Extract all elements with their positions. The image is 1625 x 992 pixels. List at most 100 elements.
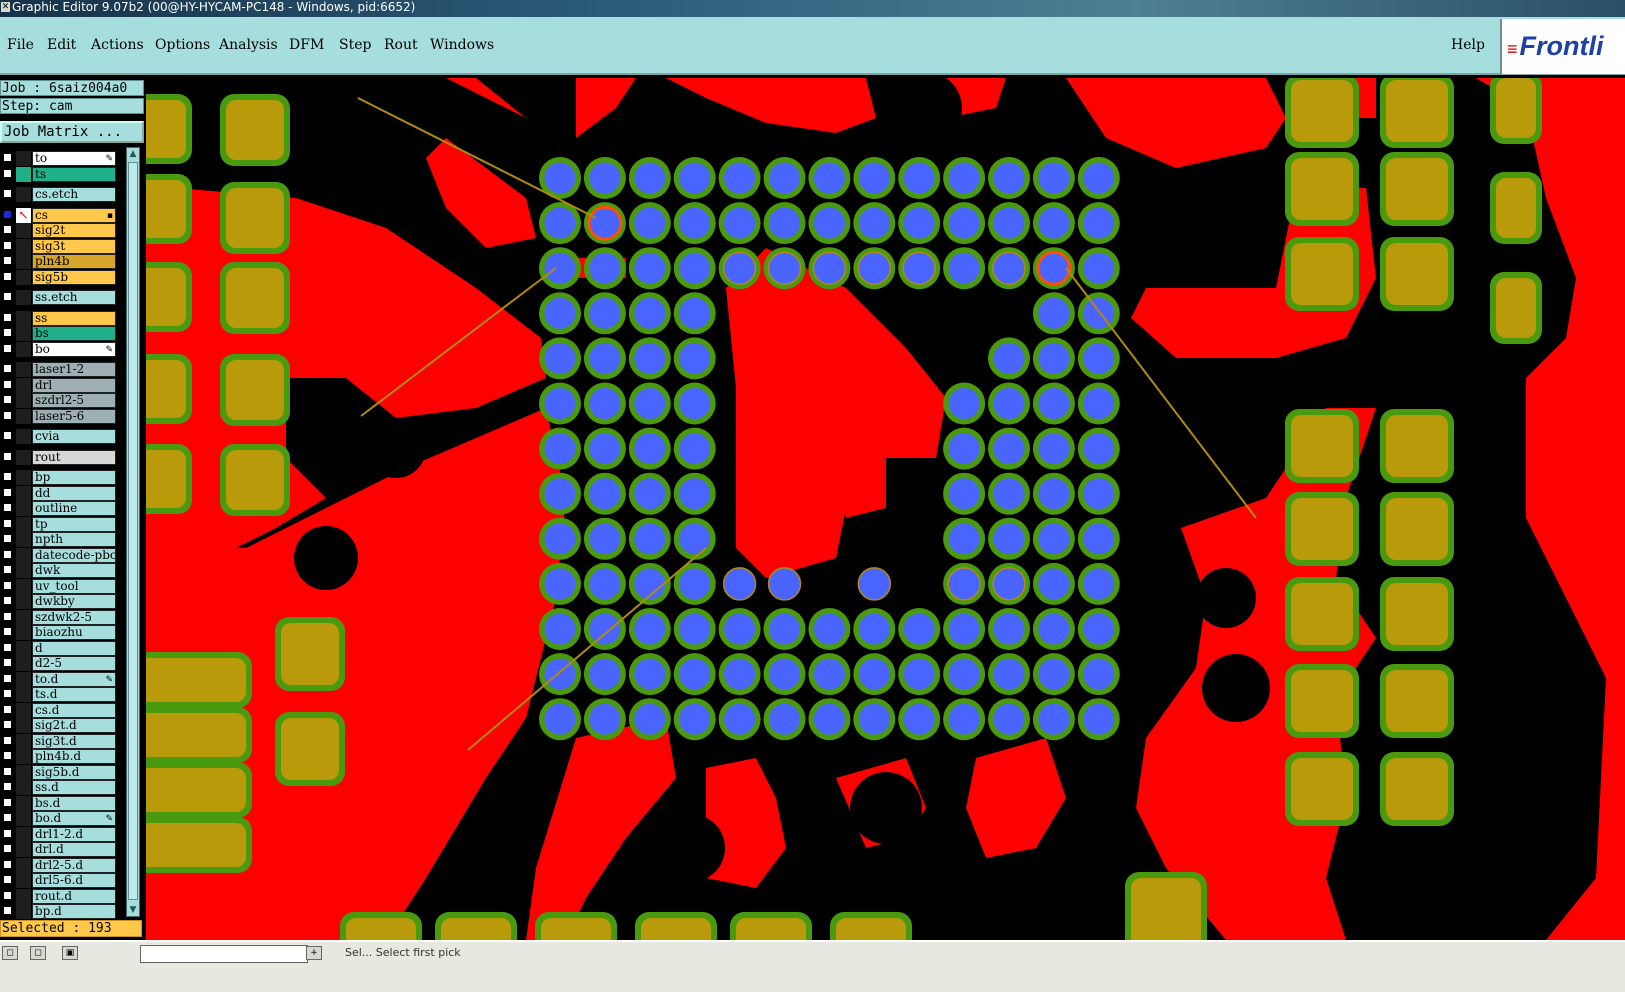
layer-name[interactable]: pln4b: [32, 254, 116, 269]
layer-status-cell[interactable]: [16, 516, 31, 532]
layer-status-cell[interactable]: [16, 609, 31, 625]
layer-status-cell[interactable]: [16, 449, 31, 465]
layer-status-cell[interactable]: [16, 687, 31, 702]
layer-checkbox[interactable]: [3, 312, 12, 322]
menu-analysis[interactable]: Analysis: [219, 37, 278, 53]
layer-name[interactable]: ts: [32, 166, 116, 182]
layer-status-cell[interactable]: [16, 718, 31, 733]
layer-checkbox[interactable]: [3, 153, 12, 162]
layer-checkbox[interactable]: [3, 472, 12, 481]
layer-checkbox[interactable]: [3, 844, 12, 853]
layer-name[interactable]: biaozhu: [32, 625, 116, 640]
layer-name[interactable]: ss: [32, 310, 116, 326]
layer-status-cell[interactable]: [16, 408, 31, 424]
layer-row-ss.d[interactable]: ss.d: [0, 780, 118, 795]
layer-checkbox[interactable]: [3, 292, 12, 301]
layer-status-cell[interactable]: [16, 671, 31, 687]
layer-list-scrollbar[interactable]: ▲ ▼: [126, 147, 140, 917]
layer-name[interactable]: dwk: [32, 563, 116, 578]
layer-status-cell[interactable]: [16, 187, 31, 202]
menu-actions[interactable]: Actions: [91, 37, 144, 53]
layer-row-cs.etch[interactable]: cs.etch: [0, 187, 118, 202]
layer-name[interactable]: d2-5: [32, 656, 116, 671]
layer-name[interactable]: bs.d: [32, 795, 116, 811]
layer-row-bs[interactable]: bs: [0, 326, 118, 341]
layer-name[interactable]: drl.d: [32, 842, 116, 857]
layer-checkbox[interactable]: [3, 451, 12, 461]
layer-name[interactable]: laser1-2: [32, 362, 116, 377]
menu-step[interactable]: Step: [339, 37, 371, 53]
layer-row-cvia[interactable]: cvia: [0, 429, 118, 444]
layer-row-szdrl2-5[interactable]: szdrl2-5: [0, 393, 118, 408]
layer-row-cs[interactable]: ↖ cs ▪: [0, 207, 118, 223]
layer-name[interactable]: sig3t.d: [32, 733, 116, 749]
layer-row-bp.d[interactable]: bp.d: [0, 904, 118, 919]
layer-row-dd[interactable]: dd: [0, 485, 118, 501]
menu-options[interactable]: Options: [155, 37, 210, 53]
layer-row-drl[interactable]: drl: [0, 377, 118, 393]
layer-row-bo[interactable]: bo ✎: [0, 341, 118, 357]
layer-checkbox[interactable]: [3, 689, 12, 698]
layer-name[interactable]: cs.d: [32, 702, 116, 718]
status-btn-1-icon[interactable]: ◻: [2, 946, 18, 960]
layer-name[interactable]: drl5-6.d: [32, 873, 116, 888]
layer-checkbox[interactable]: [3, 503, 12, 512]
layer-name[interactable]: ss.d: [32, 780, 116, 795]
layer-status-cell[interactable]: [16, 625, 31, 640]
layer-name[interactable]: to ✎: [32, 151, 116, 166]
layer-name[interactable]: datecode-pbc: [32, 547, 116, 563]
menu-rout[interactable]: Rout: [384, 37, 418, 53]
layer-row-ts[interactable]: ts: [0, 166, 118, 182]
layer-name[interactable]: tp: [32, 516, 116, 532]
layer-name[interactable]: bo.d ✎: [32, 811, 116, 826]
layer-status-cell[interactable]: [16, 310, 31, 326]
layer-checkbox[interactable]: [3, 813, 12, 822]
layer-checkbox[interactable]: [3, 782, 12, 791]
layer-checkbox[interactable]: [3, 168, 12, 178]
layer-checkbox[interactable]: [3, 704, 12, 714]
layer-checkbox[interactable]: [3, 364, 12, 373]
layer-name[interactable]: bo ✎: [32, 341, 116, 357]
layer-status-cell[interactable]: [16, 485, 31, 501]
layer-checkbox[interactable]: [3, 271, 12, 281]
scroll-down-icon[interactable]: ▼: [127, 904, 139, 916]
layer-row-dwkby[interactable]: dwkby: [0, 594, 118, 609]
layer-name[interactable]: rout: [32, 449, 116, 465]
layer-checkbox[interactable]: [3, 379, 12, 389]
scroll-up-icon[interactable]: ▲: [127, 148, 139, 160]
layer-name[interactable]: bs: [32, 326, 116, 341]
layer-row-uv_tool[interactable]: uv_tool: [0, 578, 118, 594]
layer-name[interactable]: uv_tool: [32, 578, 116, 594]
layer-checkbox[interactable]: [3, 673, 12, 683]
layer-checkbox[interactable]: [3, 240, 12, 250]
layer-checkbox[interactable]: [3, 627, 12, 636]
layer-checkbox[interactable]: [3, 565, 12, 574]
layer-checkbox[interactable]: [3, 658, 12, 667]
layer-row-to.d[interactable]: to.d ✎: [0, 671, 118, 687]
layer-status-cell[interactable]: [16, 563, 31, 578]
menu-file[interactable]: File: [7, 37, 34, 53]
layer-name[interactable]: dd: [32, 485, 116, 501]
layer-row-ss.etch[interactable]: ss.etch: [0, 290, 118, 305]
layer-status-cell[interactable]: [16, 501, 31, 516]
layer-checkbox[interactable]: [3, 189, 12, 198]
layer-status-cell[interactable]: [16, 733, 31, 749]
layer-name[interactable]: laser5-6: [32, 408, 116, 424]
layer-name[interactable]: rout.d: [32, 888, 116, 904]
layer-status-cell[interactable]: [16, 702, 31, 718]
layer-checkbox[interactable]: [3, 906, 12, 915]
layer-checkbox[interactable]: [3, 797, 12, 807]
layer-checkbox[interactable]: [3, 580, 12, 590]
layer-row-d[interactable]: d: [0, 640, 118, 656]
menu-windows[interactable]: Windows: [430, 37, 494, 53]
layer-row-laser5-6[interactable]: laser5-6: [0, 408, 118, 424]
layer-row-outline[interactable]: outline: [0, 501, 118, 516]
layer-row-drl.d[interactable]: drl.d: [0, 842, 118, 857]
layer-status-cell[interactable]: [16, 749, 31, 764]
layer-row-drl2-5.d[interactable]: drl2-5.d: [0, 857, 118, 873]
layer-name[interactable]: d: [32, 640, 116, 656]
pcb-canvas[interactable]: [146, 78, 1625, 940]
layer-checkbox[interactable]: [3, 534, 12, 543]
layer-row-laser1-2[interactable]: laser1-2: [0, 362, 118, 377]
layer-row-d2-5[interactable]: d2-5: [0, 656, 118, 671]
